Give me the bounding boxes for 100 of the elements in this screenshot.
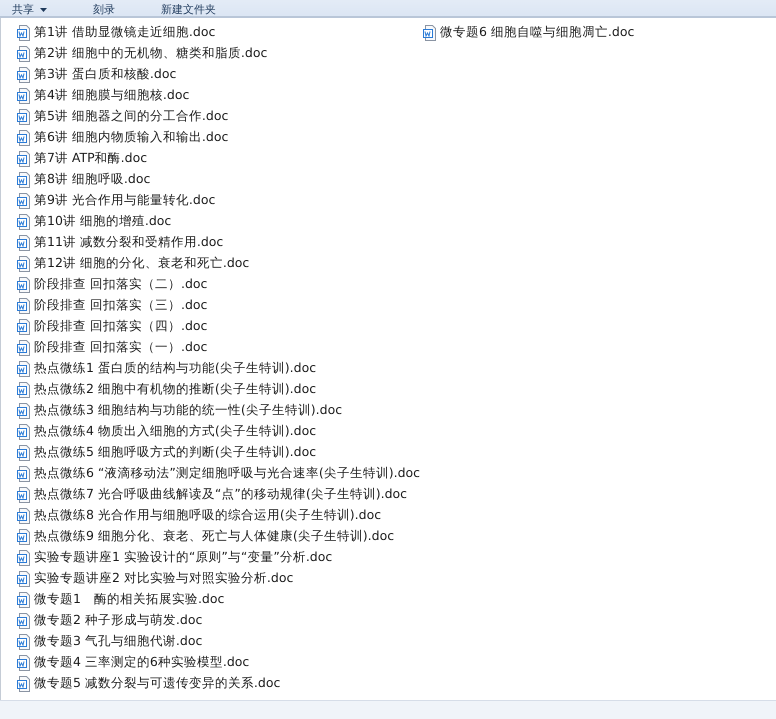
- word-document-icon: [17, 528, 31, 544]
- file-name: 第1讲 借助显微镜走近细胞.doc: [34, 24, 216, 41]
- word-document-icon: [17, 654, 31, 670]
- file-item[interactable]: 第1讲 借助显微镜走近细胞.doc: [17, 22, 423, 43]
- file-item[interactable]: 热点微练3 细胞结构与功能的统一性(尖子生特训).doc: [17, 400, 423, 421]
- word-document-icon: [17, 88, 31, 104]
- word-document-icon: [17, 108, 31, 124]
- file-item[interactable]: 热点微练4 物质出入细胞的方式(尖子生特训).doc: [17, 421, 423, 442]
- file-item[interactable]: 微专题2 种子形成与萌发.doc: [17, 610, 423, 631]
- word-document-icon: [17, 570, 31, 586]
- file-name: 阶段排查 回扣落实（四）.doc: [34, 318, 208, 335]
- word-document-icon: [17, 24, 31, 40]
- word-document-icon: [17, 466, 31, 482]
- word-document-icon: [17, 340, 31, 356]
- file-item[interactable]: 阶段排查 回扣落实（三）.doc: [17, 295, 423, 316]
- file-name: 阶段排查 回扣落实（三）.doc: [34, 297, 208, 314]
- file-item[interactable]: 微专题6 细胞自噬与细胞凋亡.doc: [423, 22, 776, 43]
- file-name: 热点微练4 物质出入细胞的方式(尖子生特训).doc: [34, 423, 316, 440]
- file-item[interactable]: 微专题3 气孔与细胞代谢.doc: [17, 631, 423, 652]
- file-item[interactable]: 第5讲 细胞器之间的分工合作.doc: [17, 106, 423, 127]
- file-name: 热点微练6 “液滴移动法”测定细胞呼吸与光合速率(尖子生特训).doc: [34, 465, 420, 482]
- word-document-icon: [17, 276, 31, 292]
- file-name: 第5讲 细胞器之间的分工合作.doc: [34, 108, 228, 125]
- file-name: 热点微练7 光合呼吸曲线解读及“点”的移动规律(尖子生特训).doc: [34, 486, 408, 503]
- file-item[interactable]: 第9讲 光合作用与能量转化.doc: [17, 190, 423, 211]
- file-item[interactable]: 阶段排查 回扣落实（二）.doc: [17, 274, 423, 295]
- word-document-icon: [17, 234, 31, 250]
- file-item[interactable]: 热点微练8 光合作用与细胞呼吸的综合运用(尖子生特训).doc: [17, 505, 423, 526]
- file-name: 第4讲 细胞膜与细胞核.doc: [34, 87, 190, 104]
- word-document-icon: [17, 676, 31, 692]
- file-item[interactable]: 第11讲 减数分裂和受精作用.doc: [17, 232, 423, 253]
- file-name: 实验专题讲座2 对比实验与对照实验分析.doc: [34, 570, 294, 587]
- file-name: 第11讲 减数分裂和受精作用.doc: [34, 234, 224, 251]
- word-document-icon: [423, 24, 437, 40]
- file-item[interactable]: 实验专题讲座1 实验设计的“原则”与“变量”分析.doc: [17, 547, 423, 568]
- file-item[interactable]: 阶段排查 回扣落实（四）.doc: [17, 316, 423, 337]
- file-name: 第10讲 细胞的增殖.doc: [34, 213, 172, 230]
- file-item[interactable]: 热点微练7 光合呼吸曲线解读及“点”的移动规律(尖子生特训).doc: [17, 484, 423, 505]
- file-item[interactable]: 微专题4 三率测定的6种实验模型.doc: [17, 652, 423, 673]
- file-item[interactable]: 阶段排查 回扣落实（一）.doc: [17, 337, 423, 358]
- word-document-icon: [17, 318, 31, 334]
- file-name: 第6讲 细胞内物质输入和输出.doc: [34, 129, 228, 146]
- word-document-icon: [17, 382, 31, 398]
- file-name: 实验专题讲座1 实验设计的“原则”与“变量”分析.doc: [34, 549, 332, 566]
- file-item[interactable]: 热点微练1 蛋白质的结构与功能(尖子生特训).doc: [17, 358, 423, 379]
- toolbar-button[interactable]: 新建文件夹: [161, 4, 216, 16]
- file-name: 第9讲 光合作用与能量转化.doc: [34, 192, 216, 209]
- file-name: 微专题2 种子形成与萌发.doc: [34, 612, 202, 629]
- file-item[interactable]: 微专题5 减数分裂与可遗传变异的关系.doc: [17, 673, 423, 694]
- file-name: 第2讲 细胞中的无机物、糖类和脂质.doc: [34, 45, 268, 62]
- file-name: 热点微练9 细胞分化、衰老、死亡与人体健康(尖子生特训).doc: [34, 528, 394, 545]
- word-document-icon: [17, 634, 31, 650]
- file-item[interactable]: 热点微练6 “液滴移动法”测定细胞呼吸与光合速率(尖子生特训).doc: [17, 463, 423, 484]
- file-name: 热点微练3 细胞结构与功能的统一性(尖子生特训).doc: [34, 402, 342, 419]
- file-item[interactable]: 第6讲 细胞内物质输入和输出.doc: [17, 127, 423, 148]
- file-name: 微专题5 减数分裂与可遗传变异的关系.doc: [34, 675, 280, 692]
- file-item[interactable]: 第7讲 ATP和酶.doc: [17, 148, 423, 169]
- word-document-icon: [17, 172, 31, 188]
- file-name: 微专题3 气孔与细胞代谢.doc: [34, 633, 202, 650]
- file-name: 热点微练8 光合作用与细胞呼吸的综合运用(尖子生特训).doc: [34, 507, 382, 524]
- file-name: 阶段排查 回扣落实（二）.doc: [34, 276, 208, 293]
- file-name: 微专题4 三率测定的6种实验模型.doc: [34, 654, 250, 671]
- file-item[interactable]: 第2讲 细胞中的无机物、糖类和脂质.doc: [17, 43, 423, 64]
- toolbar-button[interactable]: 刻录: [93, 4, 115, 16]
- word-document-icon: [17, 192, 31, 208]
- toolbar-button[interactable]: 共享: [12, 4, 47, 16]
- word-document-icon: [17, 256, 31, 272]
- file-name: 第12讲 细胞的分化、衰老和死亡.doc: [34, 255, 250, 272]
- word-document-icon: [17, 486, 31, 502]
- word-document-icon: [17, 66, 31, 82]
- file-item[interactable]: 热点微练9 细胞分化、衰老、死亡与人体健康(尖子生特训).doc: [17, 526, 423, 547]
- file-item[interactable]: 热点微练2 细胞中有机物的推断(尖子生特训).doc: [17, 379, 423, 400]
- word-document-icon: [17, 444, 31, 460]
- file-item[interactable]: 第8讲 细胞呼吸.doc: [17, 169, 423, 190]
- word-document-icon: [17, 508, 31, 524]
- file-item[interactable]: 第12讲 细胞的分化、衰老和死亡.doc: [17, 253, 423, 274]
- word-document-icon: [17, 612, 31, 628]
- file-item[interactable]: 微专题1 酶的相关拓展实验.doc: [17, 589, 423, 610]
- word-document-icon: [17, 360, 31, 376]
- file-name: 阶段排查 回扣落实（一）.doc: [34, 339, 208, 356]
- file-name: 热点微练1 蛋白质的结构与功能(尖子生特训).doc: [34, 360, 316, 377]
- word-document-icon: [17, 402, 31, 418]
- file-item[interactable]: 实验专题讲座2 对比实验与对照实验分析.doc: [17, 568, 423, 589]
- file-name: 热点微练2 细胞中有机物的推断(尖子生特训).doc: [34, 381, 316, 398]
- word-document-icon: [17, 46, 31, 62]
- file-name: 热点微练5 细胞呼吸方式的判断(尖子生特训).doc: [34, 444, 316, 461]
- file-item[interactable]: 热点微练5 细胞呼吸方式的判断(尖子生特训).doc: [17, 442, 423, 463]
- word-document-icon: [17, 550, 31, 566]
- file-item[interactable]: 第4讲 细胞膜与细胞核.doc: [17, 85, 423, 106]
- word-document-icon: [17, 424, 31, 440]
- file-name: 第7讲 ATP和酶.doc: [34, 150, 148, 167]
- file-name: 第3讲 蛋白质和核酸.doc: [34, 66, 176, 83]
- file-name: 微专题6 细胞自噬与细胞凋亡.doc: [440, 24, 634, 41]
- file-item[interactable]: 第10讲 细胞的增殖.doc: [17, 211, 423, 232]
- word-document-icon: [17, 298, 31, 314]
- word-document-icon: [17, 214, 31, 230]
- word-document-icon: [17, 150, 31, 166]
- file-item[interactable]: 第3讲 蛋白质和核酸.doc: [17, 64, 423, 85]
- word-document-icon: [17, 592, 31, 608]
- file-name: 第8讲 细胞呼吸.doc: [34, 171, 150, 188]
